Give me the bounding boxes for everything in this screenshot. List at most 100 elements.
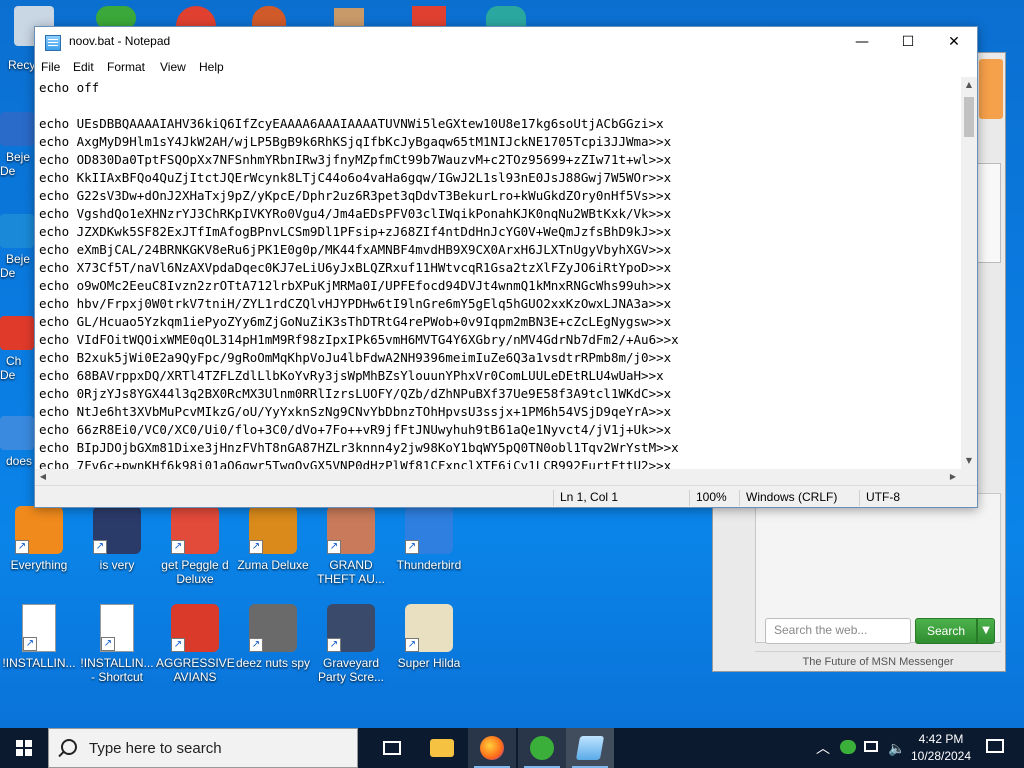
editor-text[interactable]: echo off echo UEsDBBQAAAAIAHV36kiQ6IfZcy… [35, 77, 961, 475]
does-icon [0, 416, 34, 450]
icon-label: !INSTALLIN... - Shortcut [80, 656, 154, 684]
edge-icon-recycle[interactable]: Recy [0, 58, 36, 72]
notepad-titlebar[interactable]: noov.bat - Notepad — ☐ ✕ [35, 27, 977, 57]
icon-label: Graveyard Party Scre... [317, 656, 385, 684]
zuma-deluxe-icon: ↗ [249, 506, 297, 554]
desktop-icon-is-very[interactable]: ↗ is very [78, 506, 156, 572]
desktop-icon-everything[interactable]: ↗ Everything [0, 506, 78, 572]
desktop-icon-zuma-deluxe[interactable]: ↗ Zuma Deluxe [234, 506, 312, 572]
super-hilda-icon: ↗ [405, 604, 453, 652]
get-peggle-icon: ↗ [171, 506, 219, 554]
shortcut-arrow-icon: ↗ [327, 540, 341, 554]
edge-label: Recy [8, 58, 36, 72]
text-editor[interactable]: echo off echo UEsDBBQAAAAIAHV36kiQ6IfZcy… [35, 77, 961, 493]
msn-orange-bar [979, 59, 1003, 119]
desktop-icon-deez-nuts-spy[interactable]: ↗ deez nuts spy [234, 604, 312, 670]
shortcut-arrow-icon: ↗ [171, 540, 185, 554]
menu-view[interactable]: View [160, 60, 186, 74]
thunderbird-icon: ↗ [405, 506, 453, 554]
shortcut-arrow-icon: ↗ [15, 540, 29, 554]
menu-file[interactable]: File [41, 60, 60, 74]
notepad-app-icon[interactable] [45, 35, 61, 51]
icon-label: deez nuts spy [235, 656, 311, 670]
bejeweled-icon [0, 214, 34, 248]
windows-logo-icon [16, 740, 32, 756]
edge-icon-bejeweled-2[interactable]: Beje De [0, 214, 36, 280]
status-bar: Ln 1, Col 1 100% Windows (CRLF) UTF-8 [35, 485, 977, 507]
clock-time: 4:42 PM [918, 732, 964, 746]
desktop-icon-super-hilda[interactable]: ↗ Super Hilda [390, 604, 468, 670]
desktop-icon-installing-1[interactable]: ↗ !INSTALLIN... [0, 604, 78, 670]
line-ending: Windows (CRLF) [739, 490, 837, 506]
horizontal-scrollbar[interactable]: ◀ ▶ [35, 469, 961, 485]
start-button[interactable] [0, 728, 48, 768]
shortcut-arrow-icon: ↗ [23, 637, 37, 651]
edge-icon-bejeweled-1[interactable]: Beje De [0, 112, 36, 178]
icon-label: get Peggle d Deluxe [161, 558, 229, 586]
taskbar: Type here to search ︿ 🔈 4:42 PM 10/28/20… [0, 728, 1024, 768]
edge-label: Ch De [0, 354, 22, 382]
firefox-icon [480, 736, 504, 760]
volume-icon[interactable]: 🔈 [886, 728, 906, 768]
scroll-up-icon[interactable]: ▲ [961, 77, 977, 93]
msn-search-input[interactable]: Search the web... [765, 618, 911, 644]
edge-icon-does[interactable]: does [0, 416, 36, 468]
installing-1-icon: ↗ [22, 604, 56, 652]
icon-label: is very [99, 558, 135, 572]
deez-nuts-spy-icon: ↗ [249, 604, 297, 652]
desktop-icon-gta[interactable]: ↗ GRAND THEFT AU... [312, 506, 390, 586]
scroll-right-icon[interactable]: ▶ [945, 469, 961, 485]
icon-label: Everything [10, 558, 68, 572]
taskbar-search-box[interactable]: Type here to search [48, 728, 358, 768]
menu-edit[interactable]: Edit [73, 60, 94, 74]
desktop-icon-aggressive-avians[interactable]: ↗ AGGRESSIVE AVIANS [156, 604, 235, 684]
firefox-button[interactable] [468, 728, 516, 768]
installing-shortcut-icon: ↗ [100, 604, 134, 652]
edge-label: Beje De [0, 150, 31, 178]
msn-people-icon [530, 736, 554, 760]
desktop-icon-installing-shortcut[interactable]: ↗ !INSTALLIN... - Shortcut [78, 604, 156, 684]
minimize-button[interactable]: — [839, 27, 885, 57]
desktop-icon-get-peggle[interactable]: ↗ get Peggle d Deluxe [156, 506, 234, 586]
msn-search-dropdown-icon[interactable]: ▼ [977, 618, 995, 644]
shortcut-arrow-icon: ↗ [101, 637, 115, 651]
scroll-thumb[interactable] [964, 97, 974, 137]
icon-label: !INSTALLIN... [2, 656, 76, 670]
notepad-taskbar-button[interactable] [566, 728, 614, 768]
notepad-icon [575, 736, 605, 760]
notepad-window: noov.bat - Notepad — ☐ ✕ File Edit Forma… [34, 26, 978, 508]
shortcut-arrow-icon: ↗ [93, 540, 107, 554]
shortcut-arrow-icon: ↗ [171, 638, 185, 652]
shortcut-arrow-icon: ↗ [249, 638, 263, 652]
scroll-down-icon[interactable]: ▼ [961, 453, 977, 469]
task-view-button[interactable] [368, 728, 416, 768]
menu-format[interactable]: Format [107, 60, 145, 74]
msn-search-button[interactable]: Search [915, 618, 977, 644]
scroll-corner [961, 469, 977, 485]
scroll-left-icon[interactable]: ◀ [35, 469, 51, 485]
msn-scroll-area[interactable] [975, 163, 1001, 263]
aggressive-avians-icon: ↗ [171, 604, 219, 652]
desktop-icon-thunderbird[interactable]: ↗ Thunderbird [390, 506, 468, 572]
shortcut-arrow-icon: ↗ [405, 540, 419, 554]
edge-icon-chuzzle[interactable]: Ch De [0, 316, 36, 382]
maximize-button[interactable]: ☐ [885, 27, 931, 57]
network-icon[interactable] [862, 728, 882, 768]
gta-icon: ↗ [327, 506, 375, 554]
close-button[interactable]: ✕ [931, 27, 977, 57]
desktop-icon-graveyard-party[interactable]: ↗ Graveyard Party Scre... [312, 604, 390, 684]
clock[interactable]: 4:42 PM 10/28/2024 [906, 728, 976, 768]
menu-help[interactable]: Help [199, 60, 224, 74]
tray-msn-icon[interactable] [838, 728, 858, 768]
edge-label: does [6, 454, 33, 468]
folder-icon [430, 739, 454, 757]
file-explorer-button[interactable] [418, 728, 466, 768]
task-view-icon [383, 741, 401, 755]
clock-date: 10/28/2024 [910, 749, 972, 763]
tray-chevron-icon[interactable]: ︿ [814, 728, 832, 768]
chuzzle-icon [0, 316, 34, 350]
vertical-scrollbar[interactable]: ▲ ▼ [961, 77, 977, 469]
menu-bar: File Edit Format View Help [35, 57, 977, 77]
notifications-button[interactable] [980, 728, 1010, 768]
msn-messenger-button[interactable] [518, 728, 566, 768]
